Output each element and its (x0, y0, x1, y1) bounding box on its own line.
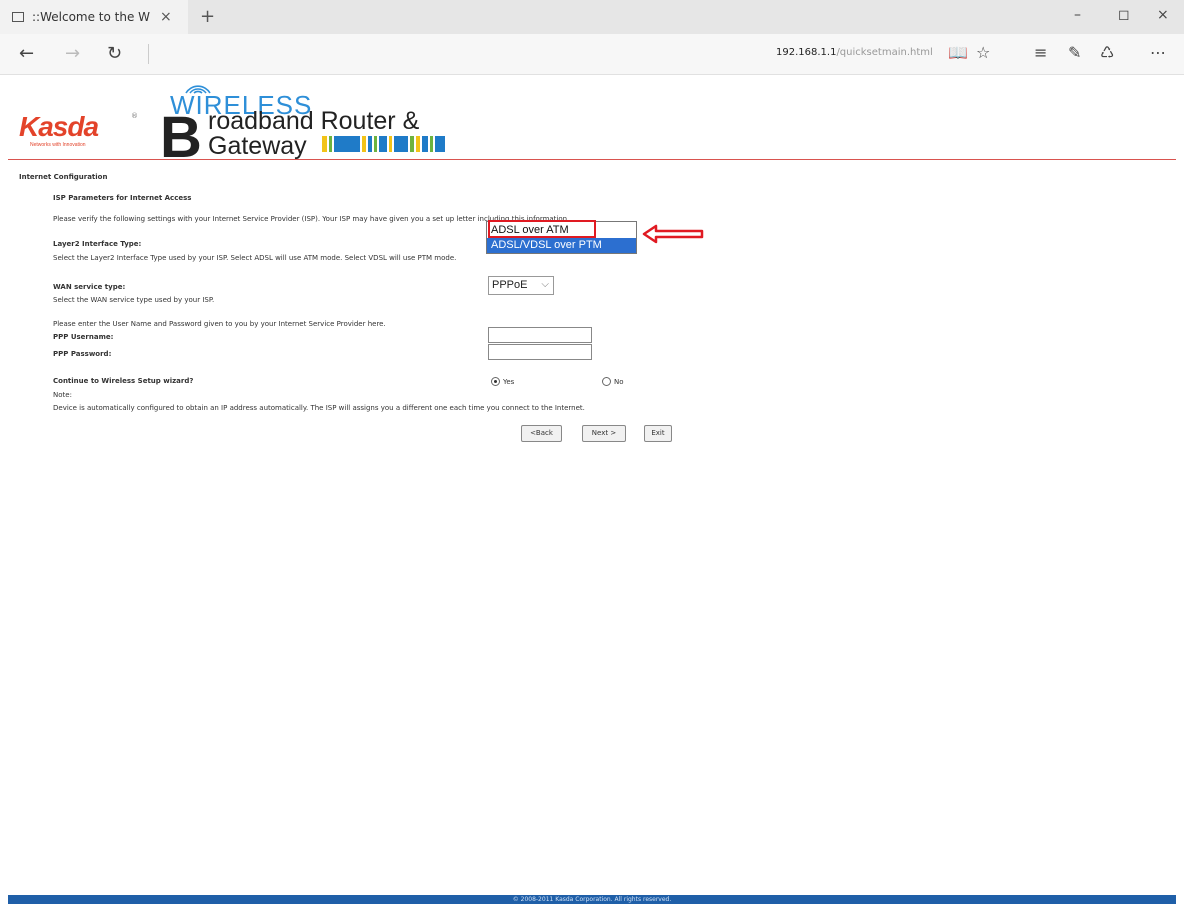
wan-label: WAN service type: (53, 283, 126, 291)
kasda-registered-mark: ® (131, 112, 138, 120)
ppp-username-label: PPP Username: (53, 333, 114, 341)
more-icon[interactable]: ⋯ (1150, 43, 1166, 62)
annotation-arrow-icon (642, 224, 704, 244)
product-line-2: Gateway (208, 132, 307, 160)
browser-tab[interactable]: ::Welcome to the Web- × (0, 0, 188, 34)
tab-page-icon (12, 12, 24, 22)
isp-heading: ISP Parameters for Internet Access (53, 194, 192, 202)
layer2-description: Select the Layer2 Interface Type used by… (53, 254, 457, 262)
router-page: Kasda ® Networks with Innovation WIRELES… (0, 75, 1184, 904)
wan-description: Select the WAN service type used by your… (53, 296, 215, 304)
address-separator (148, 44, 149, 64)
section-title: Internet Configuration (19, 173, 108, 181)
url-host: 192.168.1.1 (776, 47, 837, 58)
ppp-password-input[interactable] (488, 344, 592, 360)
browser-tab-bar: ::Welcome to the Web- × + – ◻ × (0, 0, 1184, 34)
next-button[interactable]: Next > (582, 425, 626, 442)
new-tab-icon[interactable]: + (200, 6, 215, 27)
annotation-highlight-box (488, 220, 596, 238)
tab-close-icon[interactable]: × (160, 9, 172, 25)
address-bar[interactable]: 192.168.1.1/quicksetmain.html (776, 47, 933, 58)
radio-no-label: No (614, 378, 624, 386)
wan-selected-value: PPPoE (492, 279, 528, 291)
radio-yes[interactable] (491, 377, 500, 386)
browser-nav-bar: ← → ↻ 192.168.1.1/quicksetmain.html 📖 ☆ … (0, 34, 1184, 75)
back-button[interactable]: <Back (521, 425, 562, 442)
note-label: Note: (53, 391, 72, 399)
wan-service-select[interactable]: PPPoE ⌵ (488, 276, 554, 295)
note-text: Device is automatically configured to ob… (53, 404, 585, 412)
ppp-username-input[interactable] (488, 327, 592, 343)
forward-icon[interactable]: → (65, 43, 80, 64)
exit-button[interactable]: Exit (644, 425, 672, 442)
maximize-icon[interactable]: ◻ (1118, 7, 1130, 23)
url-path: /quicksetmain.html (836, 47, 933, 58)
chevron-down-icon: ⌵ (541, 279, 549, 290)
kasda-logo: Kasda (19, 111, 99, 142)
back-icon[interactable]: ← (19, 43, 34, 64)
minimize-icon[interactable]: – (1074, 7, 1081, 23)
share-icon[interactable]: ♺ (1100, 43, 1114, 62)
kasda-tagline: Networks with Innovation (30, 142, 86, 148)
favorite-star-icon[interactable]: ☆ (976, 43, 990, 62)
tab-title: ::Welcome to the Web- (32, 10, 150, 24)
page-footer: © 2008-2011 Kasda Corporation. All right… (8, 895, 1176, 904)
web-note-icon[interactable]: ✎ (1068, 43, 1081, 62)
radio-no[interactable] (602, 377, 611, 386)
close-window-icon[interactable]: × (1157, 7, 1169, 23)
wireless-wizard-label: Continue to Wireless Setup wizard? (53, 377, 194, 385)
refresh-icon[interactable]: ↻ (107, 43, 122, 64)
credentials-description: Please enter the User Name and Password … (53, 320, 386, 328)
radio-yes-label: Yes (503, 378, 515, 386)
ppp-password-label: PPP Password: (53, 350, 112, 358)
header-divider (8, 159, 1176, 160)
dropdown-option-vdsl-ptm[interactable]: ADSL/VDSL over PTM (487, 238, 636, 253)
layer2-label: Layer2 Interface Type: (53, 240, 142, 248)
hub-icon[interactable]: ≡ (1034, 43, 1047, 62)
brand-color-stripes (322, 136, 445, 152)
reading-view-icon[interactable]: 📖 (948, 43, 968, 62)
